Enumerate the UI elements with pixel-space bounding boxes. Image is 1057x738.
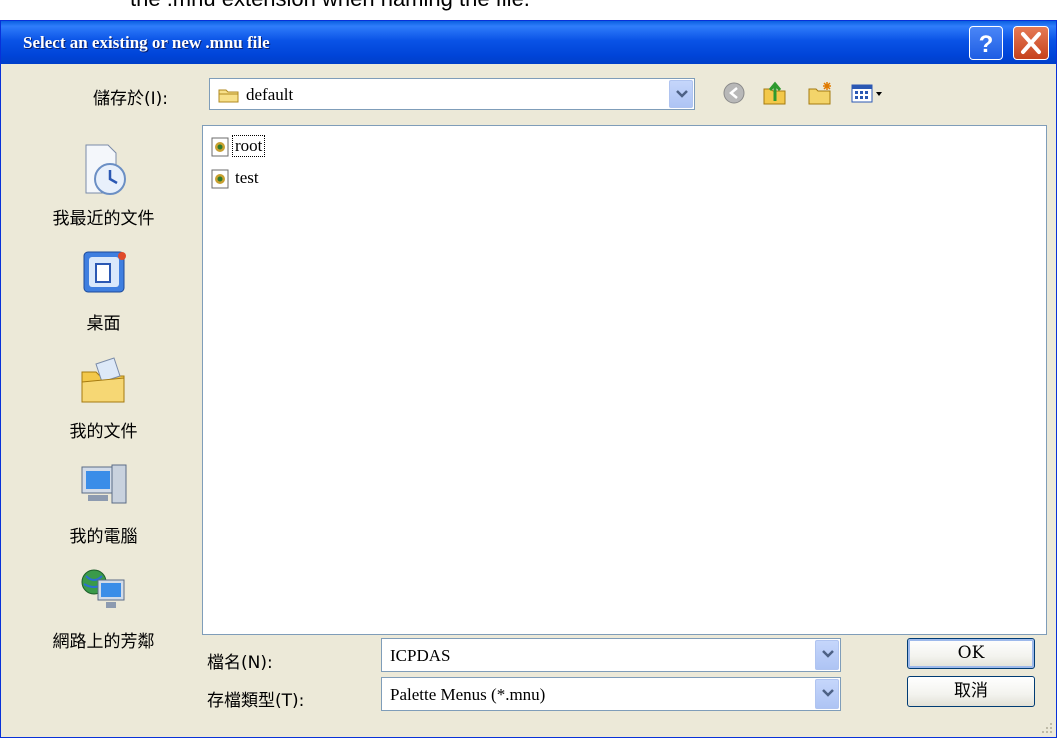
place-network-places[interactable]: 網路上的芳鄰	[21, 562, 186, 652]
new-folder-button[interactable]	[806, 79, 834, 107]
filetype-dropdown-button[interactable]	[815, 679, 839, 709]
file-icon	[211, 169, 229, 189]
svg-text:?: ?	[979, 31, 994, 58]
filetype-value: Palette Menus (*.mnu)	[390, 685, 546, 704]
save-in-value: default	[246, 85, 294, 104]
view-menu-icon	[851, 84, 882, 103]
recent-documents-icon	[85, 144, 126, 195]
save-in-dropdown[interactable]: default	[209, 78, 695, 110]
file-name: root	[231, 135, 266, 157]
view-menu-button[interactable]	[849, 79, 889, 107]
save-in-label: 儲存於(I):	[93, 89, 169, 109]
filetype-label: 存檔類型(T):	[207, 691, 305, 711]
file-icon	[211, 137, 229, 157]
network-places-icon	[81, 569, 124, 608]
place-my-computer[interactable]: 我的電腦	[21, 457, 186, 547]
place-desktop[interactable]: 桌面	[21, 244, 186, 334]
new-folder-icon	[808, 82, 831, 105]
save-in-dropdown-button[interactable]	[669, 80, 693, 108]
close-button[interactable]	[1013, 26, 1049, 60]
chevron-down-icon	[822, 650, 834, 658]
back-icon	[723, 82, 745, 104]
places-bar: 我最近的文件 桌面 我的文件 我的電腦 網路上的芳鄰	[21, 129, 186, 652]
up-folder-button[interactable]	[761, 79, 789, 107]
chevron-down-icon	[822, 689, 834, 697]
chevron-down-icon	[676, 90, 688, 98]
filename-label: 檔名(N):	[207, 653, 273, 673]
filename-input[interactable]: ICPDAS	[381, 638, 841, 672]
filetype-dropdown[interactable]: Palette Menus (*.mnu)	[381, 677, 841, 711]
help-button[interactable]: ?	[969, 26, 1003, 60]
file-name: test	[235, 168, 259, 187]
my-computer-icon	[81, 464, 126, 504]
filename-value: ICPDAS	[390, 646, 451, 665]
dialog-title: Select an existing or new .mnu file	[23, 33, 270, 52]
title-bar[interactable]: Select an existing or new .mnu file ?	[1, 21, 1056, 64]
cancel-button[interactable]: 取消	[907, 676, 1035, 707]
ok-button[interactable]: OK	[907, 638, 1035, 669]
resize-grip-icon[interactable]	[1040, 721, 1054, 735]
my-documents-icon	[81, 357, 124, 403]
close-icon	[1021, 32, 1041, 54]
file-dialog: Select an existing or new .mnu file ? 儲存…	[0, 20, 1057, 738]
file-list[interactable]: root test	[202, 125, 1047, 635]
place-recent-documents[interactable]: 我最近的文件	[21, 139, 186, 229]
folder-icon	[218, 89, 239, 103]
document-background-text: the .mnu extension when naming the file.	[130, 0, 530, 12]
help-icon: ?	[979, 31, 994, 58]
up-folder-icon	[763, 81, 786, 105]
filename-dropdown-button[interactable]	[815, 640, 839, 670]
desktop-icon	[83, 251, 126, 293]
place-my-documents[interactable]: 我的文件	[21, 352, 186, 442]
back-button[interactable]	[721, 79, 749, 107]
